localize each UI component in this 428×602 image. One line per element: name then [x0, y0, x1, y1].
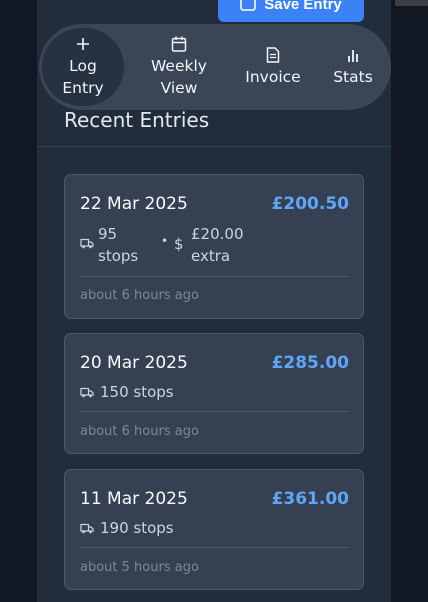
save-entry-button[interactable]: Save Entry: [218, 0, 364, 22]
save-entry-label: Save Entry: [264, 0, 342, 13]
section-title: Recent Entries: [64, 108, 210, 132]
entry-stops: 95 stops: [98, 223, 138, 267]
truck-icon: [80, 387, 94, 398]
separator-dot: •: [161, 234, 169, 248]
entry-card[interactable]: 20 Mar 2025 £285.00 150 stops about 6 ho…: [64, 333, 364, 454]
entry-date: 11 Mar 2025: [80, 489, 188, 509]
tab-weekly-view[interactable]: Weekly View: [136, 24, 222, 110]
tab-log-entry-label-line2: Entry: [62, 79, 104, 97]
entry-stops: 190 stops: [100, 519, 174, 537]
dollar-icon: $: [174, 235, 184, 253]
stops-word: stops: [98, 247, 139, 265]
tab-invoice[interactable]: Invoice: [231, 24, 315, 110]
section-divider: [37, 146, 391, 147]
extra-word: extra: [191, 247, 231, 265]
tab-stats[interactable]: Stats: [321, 24, 385, 110]
bar-chart-icon: [348, 50, 358, 62]
entry-amount: £361.00: [271, 489, 349, 509]
tab-log-entry-label-line1: Log: [69, 57, 97, 75]
save-icon: [240, 0, 257, 11]
extra-amount: £20.00: [191, 225, 244, 243]
entry-date: 20 Mar 2025: [80, 353, 188, 373]
plus-icon: [77, 38, 89, 50]
right-backdrop: [391, 0, 428, 602]
entry-card[interactable]: 11 Mar 2025 £361.00 190 stops about 5 ho…: [64, 469, 364, 590]
window-edge: [395, 0, 428, 6]
tab-invoice-label: Invoice: [245, 68, 301, 86]
entry-amount: £200.50: [271, 194, 349, 214]
entry-amount: £285.00: [271, 353, 349, 373]
entry-extra: £20.00 extra: [191, 223, 244, 267]
card-divider: [80, 276, 349, 277]
tab-stats-label: Stats: [333, 68, 373, 86]
card-divider: [80, 547, 349, 548]
truck-icon: [80, 238, 94, 249]
calendar-icon: [171, 36, 187, 52]
entry-stops: 150 stops: [100, 383, 174, 401]
left-backdrop: [0, 0, 37, 602]
document-icon: [266, 47, 280, 63]
stops-count: 95: [98, 225, 118, 243]
card-divider: [80, 411, 349, 412]
entry-time-ago: about 6 hours ago: [80, 424, 199, 439]
entry-time-ago: about 5 hours ago: [80, 560, 199, 575]
tab-weekly-view-label-line1: Weekly: [151, 57, 207, 75]
entry-date: 22 Mar 2025: [80, 194, 188, 214]
tab-weekly-view-label-line2: View: [160, 79, 198, 97]
tab-navigation: Log Entry Weekly View Invoice Stats: [39, 24, 391, 110]
entry-card[interactable]: 22 Mar 2025 £200.50 95 stops • $ £20.00 …: [64, 174, 364, 319]
entry-time-ago: about 6 hours ago: [80, 288, 199, 303]
tab-log-entry[interactable]: Log Entry: [42, 28, 124, 106]
truck-icon: [80, 523, 94, 534]
